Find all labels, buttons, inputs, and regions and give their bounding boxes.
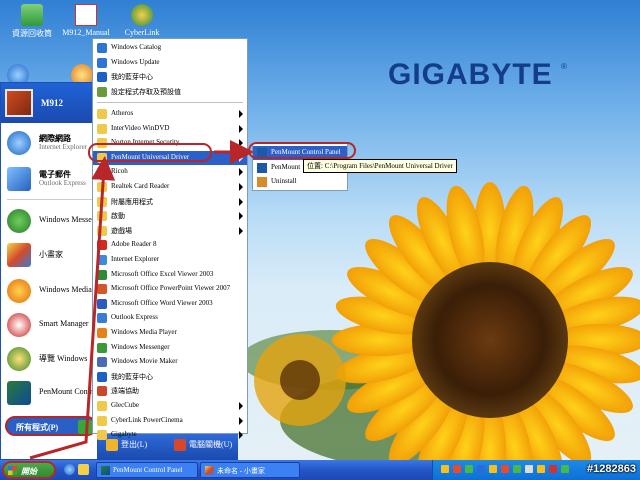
watermark: #1282863 <box>587 463 636 475</box>
tray-icon[interactable] <box>465 465 473 473</box>
tray-icon[interactable] <box>549 465 557 473</box>
tray-icon[interactable] <box>489 465 497 473</box>
taskbar-button-penmount[interactable]: PenMount Control Panel <box>96 462 198 478</box>
start-label: 開始 <box>21 467 37 476</box>
tray-icon[interactable] <box>537 465 545 473</box>
taskbar: 開始 PenMount Control Panel 未命名 - 小畫家 <box>0 460 640 480</box>
tray-icon[interactable] <box>453 465 461 473</box>
tray-icon[interactable] <box>513 465 521 473</box>
tray-icon[interactable] <box>441 465 449 473</box>
annotation-arrows <box>29 140 254 460</box>
start-button[interactable]: 開始 <box>2 461 56 479</box>
taskbar-button-paint[interactable]: 未命名 - 小畫家 <box>200 462 300 478</box>
tray-icon[interactable] <box>561 465 569 473</box>
show-desktop-icon[interactable] <box>78 464 89 475</box>
paint-icon <box>205 466 214 475</box>
penmount-icon <box>101 466 110 475</box>
bluetooth-icon[interactable] <box>477 465 485 473</box>
tray-icon[interactable] <box>525 465 533 473</box>
tray-icon[interactable] <box>501 465 509 473</box>
taskbar-button-label: 未命名 - 小畫家 <box>217 467 265 475</box>
windows-logo-icon <box>8 466 17 475</box>
taskbar-button-label: PenMount Control Panel <box>113 466 183 474</box>
internet-explorer-icon[interactable] <box>64 464 75 475</box>
